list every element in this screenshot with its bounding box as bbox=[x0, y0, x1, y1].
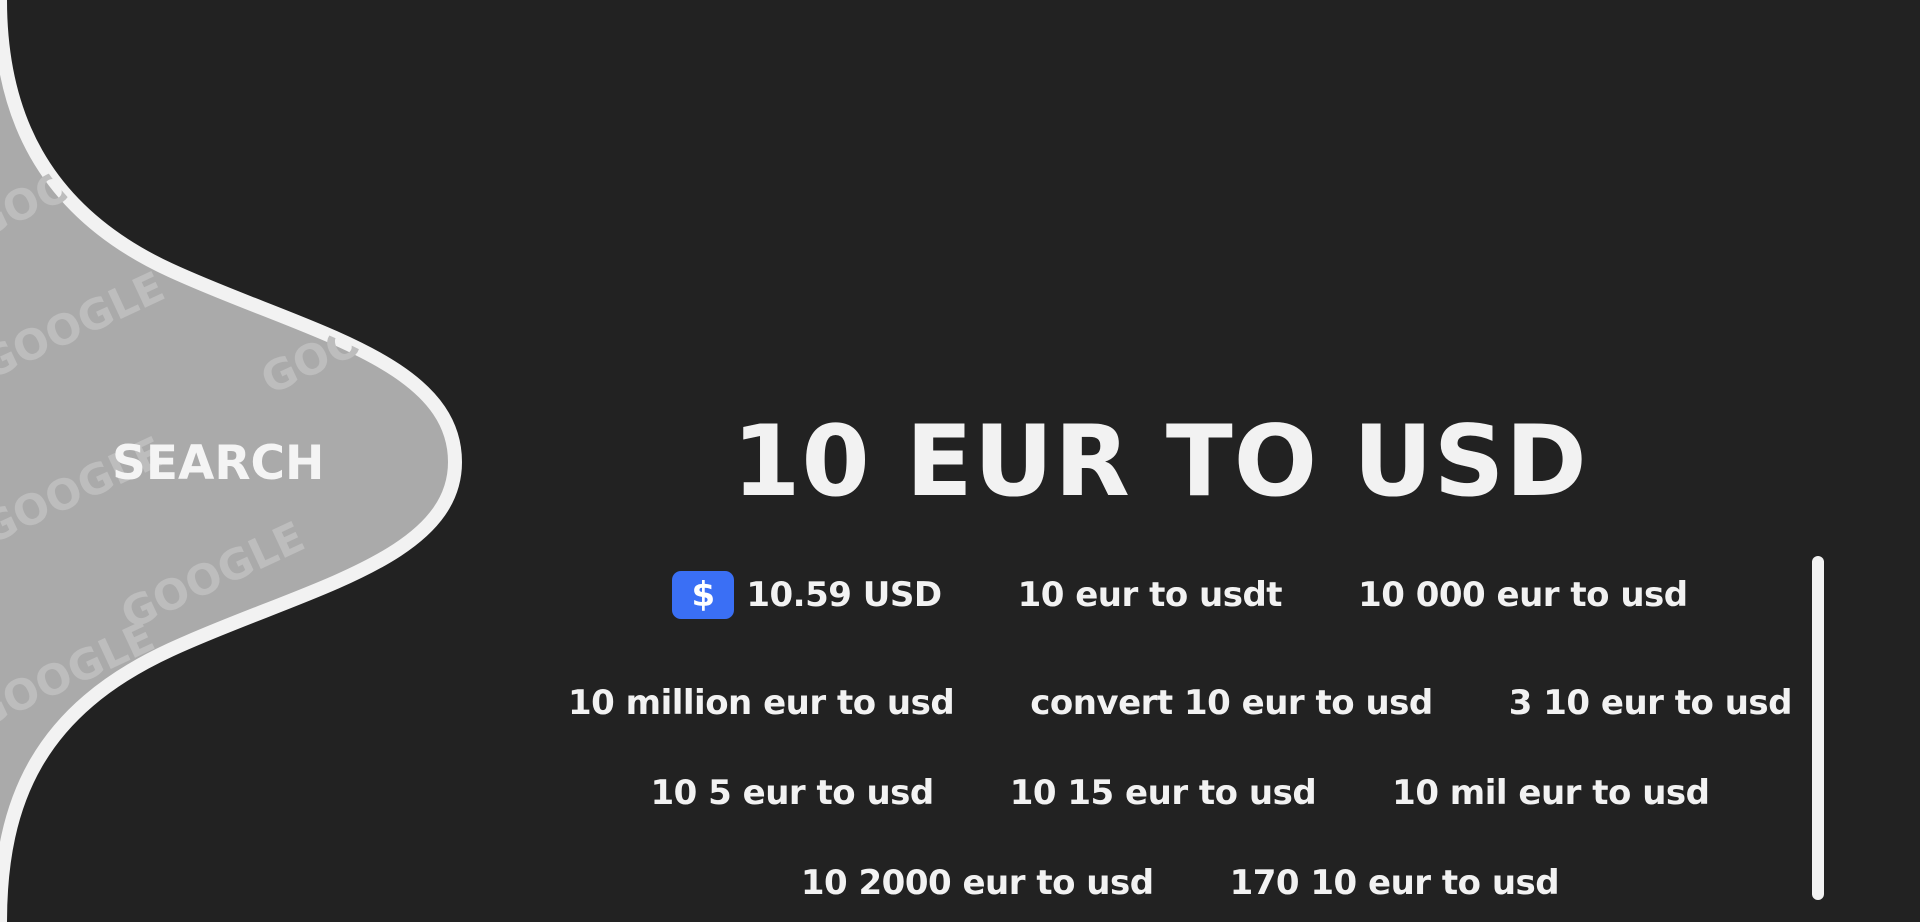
conversion-result: $ 10.59 USD bbox=[672, 571, 942, 619]
related-search-link[interactable]: 10 15 eur to usd bbox=[1010, 773, 1317, 813]
related-search-link[interactable]: 10 2000 eur to usd bbox=[801, 863, 1154, 903]
related-search-link[interactable]: 3 10 eur to usd bbox=[1509, 683, 1793, 723]
related-search-link[interactable]: 10 5 eur to usd bbox=[651, 773, 935, 813]
related-search-link[interactable]: 10 million eur to usd bbox=[568, 683, 955, 723]
search-label: SEARCH bbox=[112, 436, 325, 491]
related-search-link[interactable]: 10 000 eur to usd bbox=[1358, 575, 1688, 615]
scrollbar[interactable] bbox=[1812, 556, 1824, 900]
related-search-link[interactable]: 10 eur to usdt bbox=[1018, 575, 1283, 615]
links-row: 10 5 eur to usd 10 15 eur to usd 10 mil … bbox=[560, 748, 1800, 838]
related-search-link[interactable]: 170 10 eur to usd bbox=[1230, 863, 1560, 903]
search-button[interactable]: GOOGLE GOOGLE GOOGLE GOOGLE GOOGLE GOOGL… bbox=[0, 0, 480, 922]
related-search-link[interactable]: 10 mil eur to usd bbox=[1392, 773, 1710, 813]
page: GOOGLE GOOGLE GOOGLE GOOGLE GOOGLE GOOGL… bbox=[0, 0, 1920, 922]
related-searches: $ 10.59 USD 10 eur to usdt 10 000 eur to… bbox=[560, 568, 1800, 922]
links-row: 10 million eur to usd convert 10 eur to … bbox=[560, 658, 1800, 748]
conversion-result-text: 10.59 USD bbox=[746, 575, 942, 615]
dollar-icon: $ bbox=[672, 571, 735, 619]
related-search-link[interactable]: convert 10 eur to usd bbox=[1030, 683, 1433, 723]
links-row: $ 10.59 USD 10 eur to usdt 10 000 eur to… bbox=[560, 568, 1800, 622]
page-title: 10 EUR TO USD bbox=[732, 405, 1588, 519]
links-row: 10 2000 eur to usd 170 10 eur to usd bbox=[560, 838, 1800, 922]
